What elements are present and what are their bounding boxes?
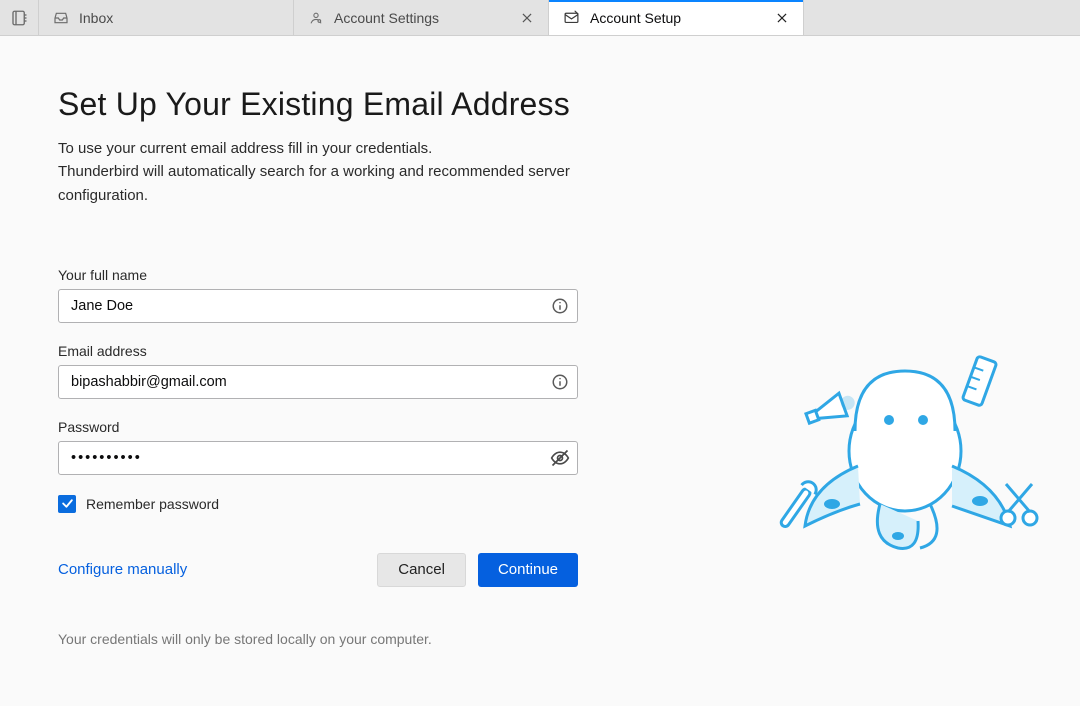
password-input[interactable]	[58, 441, 578, 475]
remember-password-checkbox[interactable]	[58, 495, 76, 513]
account-setup-page: Set Up Your Existing Email Address To us…	[0, 36, 1080, 706]
remember-password-label: Remember password	[86, 496, 219, 512]
subtitle-line1: To use your current email address fill i…	[58, 140, 432, 157]
email-label: Email address	[58, 343, 620, 359]
eye-off-icon	[550, 448, 570, 468]
close-tab-account-setup[interactable]	[775, 11, 789, 25]
email-field: Email address	[58, 343, 620, 399]
name-field: Your full name	[58, 267, 620, 323]
password-field: Password	[58, 419, 620, 475]
close-icon	[775, 11, 789, 25]
page-subtitle: To use your current email address fill i…	[58, 137, 620, 207]
cancel-button[interactable]: Cancel	[377, 553, 466, 587]
address-book-button[interactable]	[0, 0, 39, 35]
email-info-button[interactable]	[550, 372, 570, 392]
tab-account-settings-label: Account Settings	[334, 10, 439, 26]
inbox-icon	[53, 10, 69, 26]
remember-password-row: Remember password	[58, 495, 620, 513]
continue-button[interactable]: Continue	[478, 553, 578, 587]
page-title: Set Up Your Existing Email Address	[58, 86, 620, 123]
password-label: Password	[58, 419, 620, 435]
email-input[interactable]	[58, 365, 578, 399]
tab-inbox-label: Inbox	[79, 10, 113, 26]
form-actions: Configure manually Cancel Continue	[58, 553, 578, 587]
close-icon	[520, 11, 534, 25]
address-book-icon	[10, 9, 28, 27]
tab-account-setup[interactable]: Account Setup	[549, 0, 804, 35]
configure-manually-link[interactable]: Configure manually	[58, 561, 187, 578]
account-settings-icon	[308, 10, 324, 26]
octopus-illustration	[770, 336, 1050, 571]
mail-setup-icon	[563, 9, 580, 26]
info-icon	[551, 297, 569, 315]
name-input[interactable]	[58, 289, 578, 323]
tab-bar: Inbox Account Settings A	[0, 0, 1080, 36]
tab-inbox[interactable]: Inbox	[39, 0, 294, 35]
checkmark-icon	[61, 497, 74, 510]
setup-form-panel: Set Up Your Existing Email Address To us…	[0, 36, 620, 706]
name-label: Your full name	[58, 267, 620, 283]
toggle-password-visibility[interactable]	[550, 448, 570, 468]
tab-account-settings[interactable]: Account Settings	[294, 0, 549, 35]
info-icon	[551, 373, 569, 391]
name-info-button[interactable]	[550, 296, 570, 316]
close-tab-account-settings[interactable]	[520, 11, 534, 25]
credentials-footnote: Your credentials will only be stored loc…	[58, 631, 620, 647]
subtitle-line2: Thunderbird will automatically search fo…	[58, 163, 570, 203]
tab-account-setup-label: Account Setup	[590, 10, 681, 26]
